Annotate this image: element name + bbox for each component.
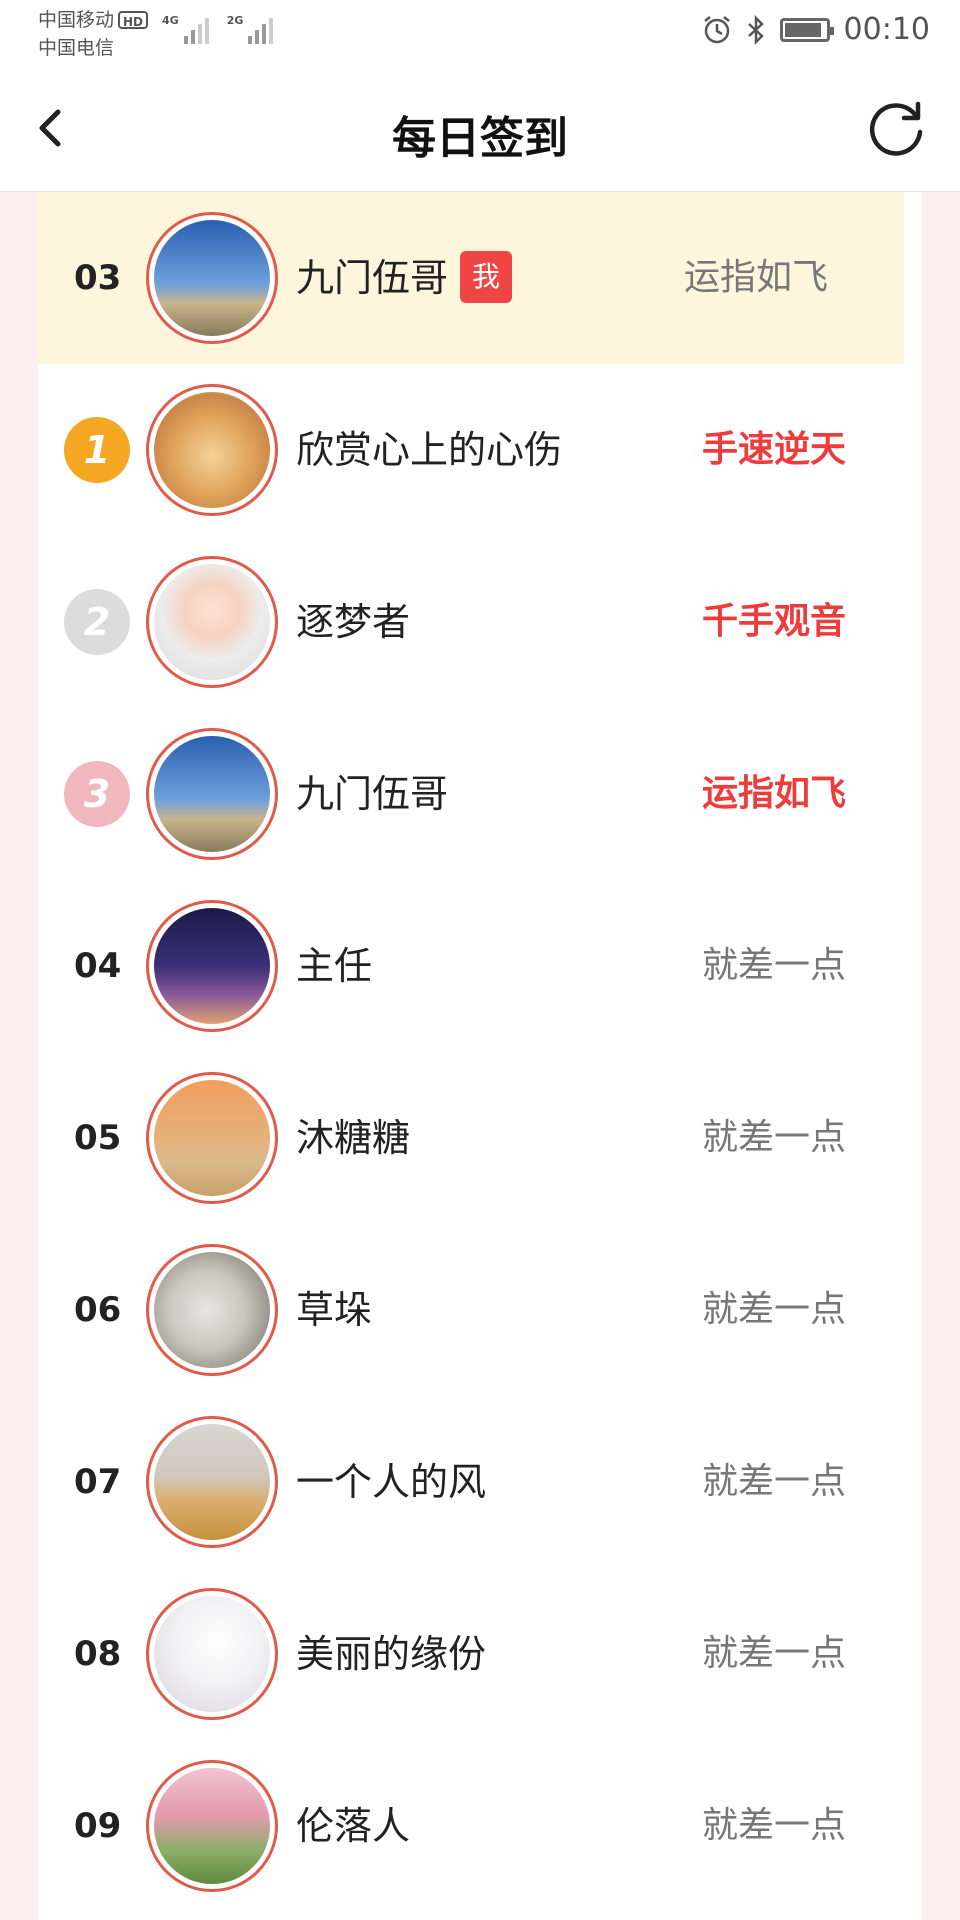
user-name: 九门伍哥我: [296, 192, 513, 364]
signin-status: 千手观音: [701, 601, 846, 642]
bronze-medal-icon: 3: [64, 761, 130, 827]
rank-number: 08: [74, 1634, 122, 1674]
ranking-row[interactable]: 3 九门伍哥 运指如飞: [38, 708, 922, 880]
ranking-row[interactable]: 07 一个人的风 就差一点: [38, 1396, 922, 1568]
avatar[interactable]: [146, 728, 278, 860]
carrier-info: 中国移动 HD 中国电信: [38, 6, 149, 62]
me-badge: 我: [460, 250, 513, 303]
user-name: 欣赏心上的心伤: [296, 428, 563, 472]
ranking-row[interactable]: 2 逐梦者 千手观音: [38, 536, 922, 708]
signal-4g-icon: 4G: [162, 14, 209, 44]
signin-status: 就差一点: [701, 1117, 846, 1158]
ranking-row[interactable]: 05 沐糖糖 就差一点: [38, 1052, 922, 1224]
avatar[interactable]: [146, 1588, 278, 1720]
avatar-image: [154, 564, 270, 680]
side-background-right: [922, 192, 960, 1920]
side-background-left: [0, 192, 38, 1920]
hd-badge: HD: [118, 11, 149, 29]
user-name: 一个人的风: [296, 1460, 487, 1504]
battery-icon: [779, 17, 834, 42]
signal-indicators: 4G 2G: [162, 14, 274, 44]
user-name: 美丽的缘份: [296, 1632, 487, 1676]
rank-number: 04: [74, 946, 122, 986]
header: 每日签到: [0, 66, 960, 192]
rank-number: 06: [74, 1290, 122, 1330]
ranking-row[interactable]: 04 主任 就差一点: [38, 880, 922, 1052]
avatar[interactable]: [146, 1244, 278, 1376]
signin-ranking-list: 03 九门伍哥我 运指如飞 1 欣赏心上的心伤 手速逆天 2 逐梦者 千手观音 …: [38, 192, 922, 1920]
user-name: 沐糖糖: [296, 1116, 411, 1160]
avatar[interactable]: [146, 1760, 278, 1892]
signin-status: 就差一点: [701, 1805, 846, 1846]
avatar[interactable]: [146, 212, 278, 344]
alarm-icon: [703, 15, 730, 43]
user-name: 逐梦者: [296, 600, 411, 644]
rank-number: 05: [74, 1118, 122, 1158]
signin-status: 就差一点: [701, 1461, 846, 1502]
signal-2g-icon: 2G: [227, 14, 274, 44]
avatar[interactable]: [146, 900, 278, 1032]
user-name-text: 九门伍哥: [296, 256, 449, 300]
status-right: 00:10: [702, 12, 930, 47]
avatar[interactable]: [146, 384, 278, 516]
gold-medal-icon: 1: [64, 417, 130, 483]
avatar[interactable]: [146, 1072, 278, 1204]
user-name: 九门伍哥: [296, 772, 449, 816]
avatar-image: [154, 220, 270, 336]
avatar[interactable]: [146, 1416, 278, 1548]
signin-status: 就差一点: [701, 1633, 846, 1674]
signin-status: 就差一点: [701, 945, 846, 986]
refresh-icon: [869, 101, 923, 156]
user-name: 伦落人: [296, 1804, 411, 1848]
avatar-image: [154, 1424, 270, 1540]
my-ranking-row[interactable]: 03 九门伍哥我 运指如飞: [38, 192, 904, 364]
status-bar: 中国移动 HD 中国电信 4G 2G 00:10: [0, 0, 960, 66]
avatar-image: [154, 392, 270, 508]
rank-number: 03: [74, 258, 122, 298]
clock: 00:10: [843, 12, 930, 47]
avatar-image: [154, 1596, 270, 1712]
user-name: 草垛: [296, 1288, 373, 1332]
ranking-row[interactable]: 1 欣赏心上的心伤 手速逆天: [38, 364, 922, 536]
rank-number: 09: [74, 1806, 122, 1846]
avatar-image: [154, 908, 270, 1024]
signin-status: 运指如飞: [683, 257, 828, 298]
carrier-1: 中国移动: [38, 9, 115, 31]
battery-fill: [784, 22, 821, 37]
user-name: 主任: [296, 944, 373, 988]
avatar-image: [154, 736, 270, 852]
refresh-button[interactable]: [866, 96, 930, 160]
avatar-image: [154, 1252, 270, 1368]
ranking-row[interactable]: 09 伦落人 就差一点: [38, 1740, 922, 1912]
avatar-image: [154, 1080, 270, 1196]
silver-medal-icon: 2: [64, 589, 130, 655]
signin-status: 运指如飞: [701, 773, 846, 814]
page-title: 每日签到: [392, 113, 568, 164]
carrier-2: 中国电信: [38, 37, 115, 59]
signin-status: 就差一点: [701, 1289, 846, 1330]
ranking-row[interactable]: 06 草垛 就差一点: [38, 1224, 922, 1396]
avatar[interactable]: [146, 556, 278, 688]
rank-number: 07: [74, 1462, 122, 1502]
signin-status: 手速逆天: [701, 429, 846, 470]
bluetooth-icon: [747, 14, 764, 45]
avatar-image: [154, 1768, 270, 1884]
ranking-row[interactable]: 08 美丽的缘份 就差一点: [38, 1568, 922, 1740]
